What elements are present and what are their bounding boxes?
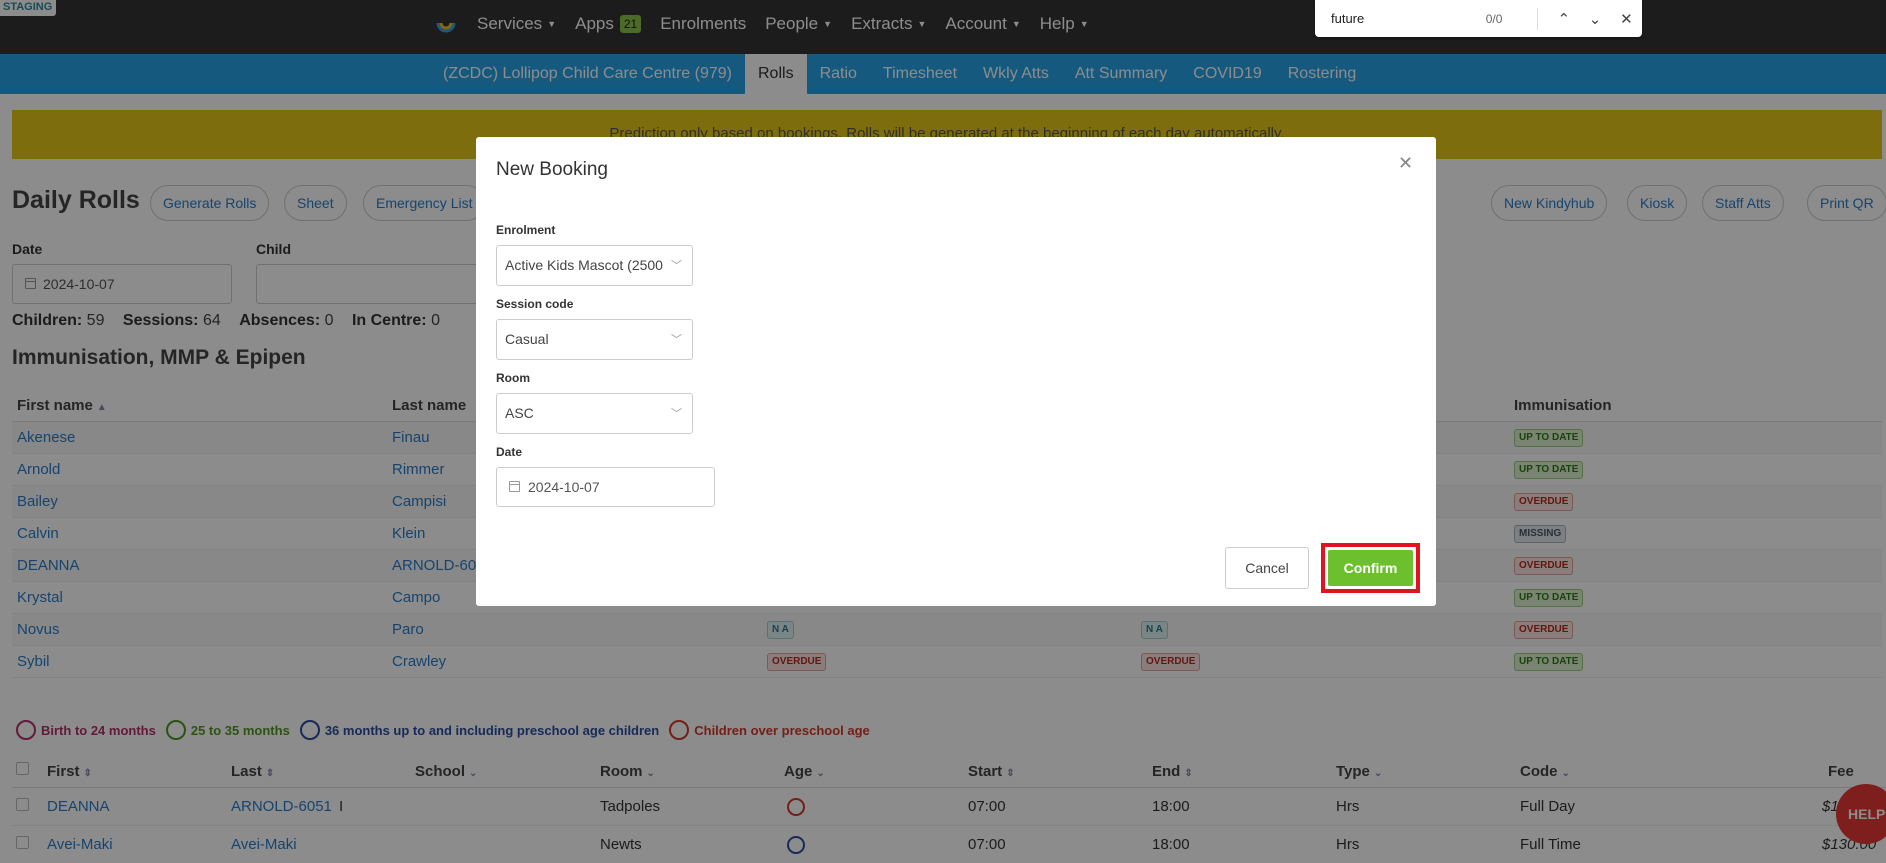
enrolment-label: Enrolment bbox=[496, 223, 556, 237]
browser-find-bar: future 0/0 ⌃ ⌄ ✕ bbox=[1315, 0, 1642, 37]
booking-date-field[interactable]: 2024-10-07 bbox=[496, 467, 715, 507]
room-select[interactable]: ASC ﹀ bbox=[496, 393, 693, 434]
room-select-value: ASC bbox=[505, 405, 534, 421]
session-code-select[interactable]: Casual ﹀ bbox=[496, 319, 693, 360]
booking-date-label: Date bbox=[496, 445, 523, 459]
find-next-icon[interactable]: ⌄ bbox=[1579, 10, 1610, 28]
booking-date-value: 2024-10-07 bbox=[528, 479, 600, 495]
modal-title: New Booking bbox=[496, 159, 608, 180]
cancel-button[interactable]: Cancel bbox=[1225, 547, 1309, 589]
session-code-label: Session code bbox=[496, 297, 574, 311]
calendar-icon bbox=[509, 481, 520, 492]
chevron-down-icon: ﹀ bbox=[671, 260, 682, 272]
enrolment-select-value: Active Kids Mascot (2500 bbox=[505, 257, 663, 273]
new-booking-modal: New Booking ✕ Enrolment Active Kids Masc… bbox=[476, 137, 1436, 606]
confirm-highlight: Confirm bbox=[1321, 543, 1420, 593]
session-code-select-value: Casual bbox=[505, 331, 549, 347]
find-input[interactable]: future bbox=[1331, 11, 1478, 26]
find-previous-icon[interactable]: ⌃ bbox=[1548, 10, 1579, 28]
enrolment-select[interactable]: Active Kids Mascot (2500 ﹀ bbox=[496, 245, 693, 286]
find-close-icon[interactable]: ✕ bbox=[1611, 10, 1642, 28]
chevron-down-icon: ﹀ bbox=[671, 408, 682, 420]
find-separator bbox=[1537, 7, 1539, 30]
close-icon[interactable]: ✕ bbox=[1398, 153, 1413, 174]
confirm-button[interactable]: Confirm bbox=[1328, 550, 1413, 586]
find-match-count: 0/0 bbox=[1485, 11, 1503, 26]
room-label: Room bbox=[496, 371, 530, 385]
chevron-down-icon: ﹀ bbox=[671, 334, 682, 346]
